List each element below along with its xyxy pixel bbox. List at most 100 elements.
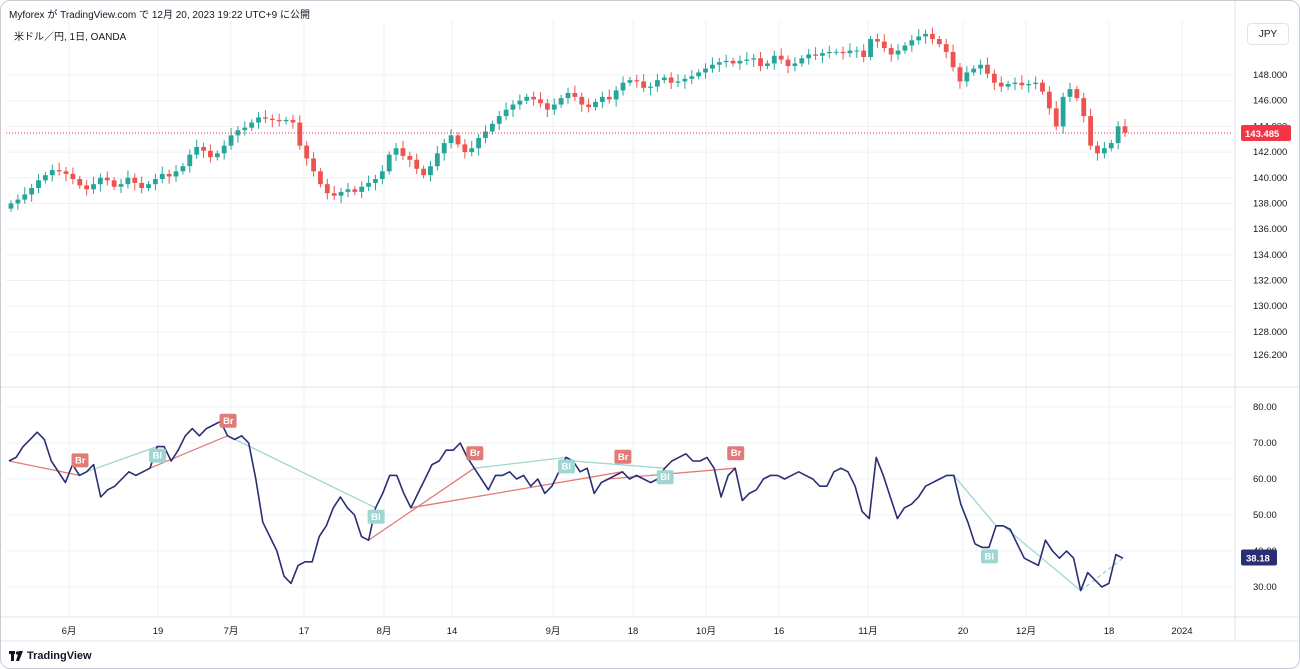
candle-body — [331, 193, 337, 196]
candle-body — [888, 48, 894, 55]
candle-body — [593, 101, 598, 108]
time-tick-label: 16 — [774, 626, 785, 637]
candle-body — [70, 173, 76, 180]
candle-body — [414, 159, 420, 169]
price-tick-label: 130.000 — [1253, 301, 1287, 312]
candle-body — [723, 60, 729, 63]
divergence-tag-label: Bl — [562, 461, 572, 472]
candle-body — [710, 64, 715, 69]
chart-canvas[interactable]: 148.000146.000144.000142.000140.000138.0… — [1, 1, 1299, 668]
candle-body — [579, 96, 585, 105]
time-tick-label: 6月 — [62, 626, 77, 637]
candle-body — [648, 86, 653, 88]
candle-body — [875, 39, 880, 42]
candle-body — [599, 96, 605, 102]
logo-text: TradingView — [27, 650, 92, 662]
candle-body — [524, 96, 530, 101]
candle-body — [703, 68, 708, 73]
price-tick-label: 138.000 — [1253, 198, 1287, 209]
candle-body — [902, 45, 908, 51]
time-tick-label: 20 — [958, 626, 969, 637]
time-axis[interactable]: 6月 19 7月 17 8月 14 9月 18 10月 16 11月 20 12月 18 2024 — [62, 626, 1193, 637]
candle-body — [641, 81, 647, 88]
divergence-line — [474, 456, 567, 469]
candle-body — [49, 170, 55, 176]
candle-body — [352, 189, 358, 192]
candle-body — [441, 143, 447, 154]
candle-body — [132, 177, 138, 183]
candle-body — [153, 179, 158, 185]
candle-body — [407, 155, 413, 160]
candle-body — [421, 168, 426, 176]
candle-body — [854, 50, 860, 52]
candle-body — [180, 166, 186, 172]
divergence-tag-label: Br — [223, 416, 234, 427]
candle-body — [483, 131, 488, 138]
candle-body — [269, 118, 275, 120]
candle-body — [503, 109, 509, 117]
time-tick-label: 7月 — [224, 626, 239, 637]
candle-body — [991, 73, 997, 83]
price-tick-label: 136.000 — [1253, 224, 1287, 235]
candle-body — [792, 63, 798, 67]
candle-body — [833, 51, 839, 53]
candle-body — [675, 81, 681, 83]
candle-body — [758, 58, 763, 67]
candle-body — [489, 123, 495, 132]
candle-body — [1033, 82, 1039, 84]
candle-body — [166, 173, 172, 177]
candle-body — [1005, 83, 1011, 87]
indicator-tick-label: 70.00 — [1253, 438, 1277, 449]
candle-body — [1053, 108, 1059, 127]
candle-body — [620, 82, 626, 91]
candle-body — [118, 184, 124, 187]
candle-body — [1095, 145, 1100, 154]
candle-body — [1115, 126, 1121, 144]
candle-body — [428, 166, 433, 176]
candle-body — [668, 77, 674, 83]
candle-body — [1101, 148, 1107, 154]
indicator-tick-label: 80.00 — [1253, 402, 1277, 413]
candle-body — [1122, 126, 1128, 133]
candle-body — [345, 189, 351, 192]
candle-body — [923, 33, 928, 37]
price-tick-label: 128.000 — [1253, 327, 1287, 338]
last-price-label: 143.485 — [1245, 129, 1280, 140]
divergence-line — [1002, 525, 1082, 592]
candle-body — [36, 180, 41, 189]
candle-body — [847, 50, 853, 54]
price-tick-label: 132.000 — [1253, 276, 1287, 287]
candle-body — [943, 44, 949, 52]
candle-body — [187, 154, 193, 167]
candle-body — [496, 116, 502, 124]
candle-body — [256, 117, 261, 123]
time-tick-label: 2024 — [1171, 626, 1192, 637]
divergence-tag-label: Br — [618, 452, 629, 463]
time-tick-label: 12月 — [1016, 626, 1036, 637]
candle-body — [820, 53, 825, 56]
divergence-tag-label: Br — [75, 455, 86, 466]
candle-body — [771, 55, 777, 64]
candle-body — [159, 173, 165, 180]
candle-body — [1026, 83, 1032, 86]
panel-dividers — [1, 1, 1299, 642]
price-tick-label: 148.000 — [1253, 70, 1287, 81]
candle-body — [359, 186, 365, 192]
candle-body — [462, 144, 468, 153]
tradingview-logo[interactable]: TradingView — [9, 650, 92, 662]
candle-body — [249, 122, 255, 128]
time-tick-label: 14 — [447, 626, 458, 637]
candle-body — [318, 171, 323, 185]
indicator-axis[interactable]: 80.0070.0060.0050.0040.0030.0038.18 — [1241, 402, 1277, 593]
divergence-tag-label: Bl — [985, 551, 995, 562]
divergence-tag-label: Br — [470, 448, 481, 459]
price-axis[interactable]: 148.000146.000144.000142.000140.000138.0… — [1241, 70, 1291, 361]
indicator-tick-label: 60.00 — [1253, 474, 1277, 485]
candle-body — [91, 184, 96, 190]
candle-body — [84, 185, 90, 190]
time-tick-label: 9月 — [546, 626, 561, 637]
candle-body — [806, 54, 812, 59]
candle-body — [201, 146, 206, 151]
candle-body — [696, 72, 702, 77]
candle-body — [366, 182, 371, 187]
